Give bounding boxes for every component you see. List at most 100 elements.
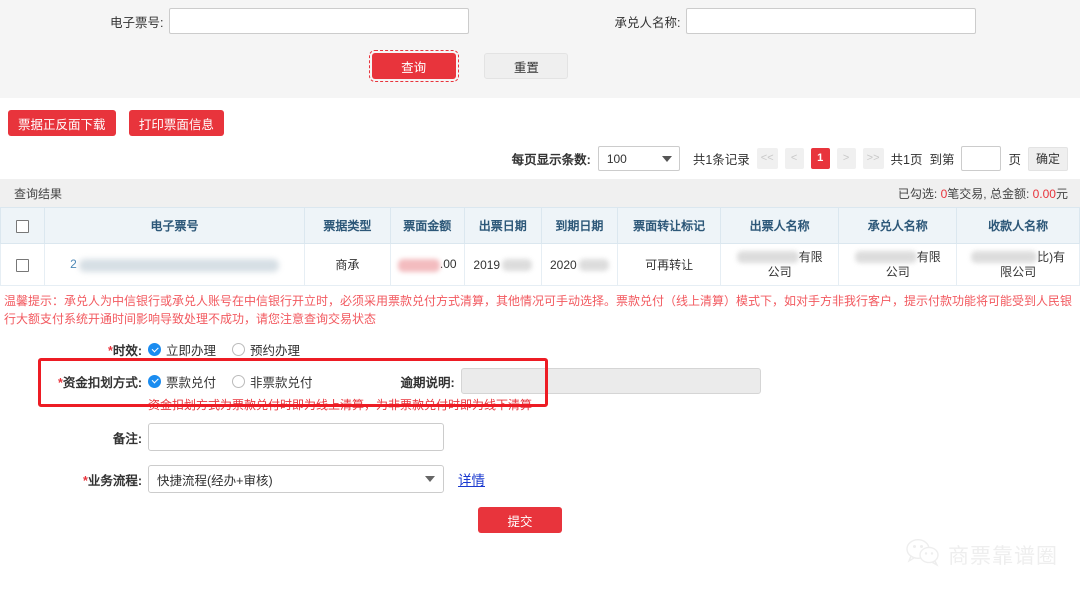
drawer-name-line1: 有限 (725, 250, 834, 265)
timing-option-scheduled-label: 预约办理 (250, 344, 301, 358)
payment-method-label-text: 资金扣划方式: (62, 375, 142, 390)
timing-label-text: 时效: (112, 344, 142, 358)
warning-message: 温馨提示：承兑人为中信银行或承兑人账号在中信银行开立时，必须采用票款兑付方式清算… (4, 294, 1073, 326)
search-fields-row: 电子票号: 承兑人名称: (0, 0, 1080, 34)
remark-label: 备注: (112, 431, 142, 446)
result-title: 查询结果 (14, 186, 63, 201)
issue-date-prefix: 2019 (473, 257, 501, 272)
operation-form: *时效: 立即办理 预约办理 *资金扣划方式: 票款兑付 非票款兑付 逾期说明:… (0, 332, 1080, 533)
payment-method-hint: 资金扣划方式为票款兑付时即为线上清算，为非票款兑付时即为线下清算 (148, 398, 533, 412)
prev-page-button[interactable]: < (784, 148, 804, 169)
payment-option-non-bill-payment[interactable]: 非票款兑付 (232, 372, 313, 391)
acceptor-name-tail: 有限 (916, 249, 941, 264)
remark-row: 备注: (0, 423, 1080, 451)
chevron-down-icon (425, 476, 435, 482)
cell-bill-type: 商承 (304, 243, 391, 286)
bill-no-redaction (78, 258, 279, 272)
bill-no-link[interactable]: 2 (70, 257, 77, 271)
cell-transfer-flag: 可再转让 (617, 243, 721, 286)
selected-prefix: 已勾选: (897, 186, 941, 201)
payment-option-non-bill-payment-label: 非票款兑付 (250, 375, 313, 390)
submit-row: 提交 (0, 507, 1080, 533)
search-panel: 电子票号: 承兑人名称: 查询 重置 (0, 0, 1080, 98)
select-all-checkbox[interactable] (15, 219, 29, 233)
due-date-prefix: 2020 (549, 257, 577, 272)
timing-row: *时效: 立即办理 预约办理 (0, 340, 1080, 359)
row-select-cell (0, 243, 45, 286)
drawer-name-tail: 有限 (798, 249, 823, 264)
reset-button[interactable]: 重置 (484, 53, 569, 79)
payment-hint-row: - 资金扣划方式为票款兑付时即为线上清算，为非票款兑付时即为线下清算 (0, 396, 1080, 413)
radio-unselected-icon[interactable] (232, 374, 246, 388)
header-due-date: 到期日期 (540, 207, 619, 244)
print-bill-info-button[interactable]: 打印票面信息 (128, 110, 224, 136)
acceptor-name-input[interactable] (686, 8, 977, 34)
action-bar: 票据正反面下载 打印票面信息 (0, 98, 1080, 136)
query-button[interactable]: 查询 (368, 50, 459, 82)
next-page-button[interactable]: > (836, 148, 856, 169)
payee-name-line2: 限公司 (1000, 264, 1037, 279)
cell-payee-name: 比)有 限公司 (956, 243, 1080, 286)
bill-no-label: 电子票号: (110, 15, 164, 30)
page-size-select[interactable]: 100 (597, 146, 680, 171)
radio-unselected-icon[interactable] (232, 343, 246, 356)
submit-button[interactable]: 提交 (478, 507, 562, 533)
select-all-header (0, 207, 45, 244)
issue-date-redaction (502, 259, 533, 272)
cell-bill-no[interactable]: 2 (43, 243, 306, 286)
table-row[interactable]: 2 商承 .00 2019 2020 可再转让 有限 公司 有限 公司 比)有 … (0, 243, 1080, 286)
first-page-button[interactable]: << (756, 148, 778, 169)
page-1-button[interactable]: 1 (810, 148, 830, 169)
chevron-down-icon (661, 155, 672, 162)
goto-page-confirm-button[interactable]: 确定 (1027, 146, 1068, 171)
total-pages-label: 共1页 (890, 153, 923, 167)
timing-option-immediate[interactable]: 立即办理 (148, 340, 216, 359)
bill-no-input[interactable] (169, 8, 470, 34)
due-date-redaction (578, 259, 609, 272)
goto-page-input[interactable] (961, 146, 1002, 171)
selected-amount: 0.00 (1032, 186, 1056, 201)
bill-no-field: 电子票号: (110, 8, 470, 34)
drawer-name-redaction (736, 251, 799, 264)
total-records-label: 共1条记录 (692, 153, 750, 167)
row-checkbox[interactable] (15, 258, 29, 272)
header-bill-amount: 票面金额 (389, 207, 465, 244)
cell-drawer-name: 有限 公司 (719, 243, 840, 286)
selection-summary: 已勾选: 0笔交易, 总金额: 0.00元 (898, 185, 1068, 202)
amount-suffix: .00 (439, 257, 457, 272)
cell-due-date: 2020 (540, 243, 619, 286)
overdue-field: 逾期说明: (401, 368, 761, 394)
payment-option-bill-payment[interactable]: 票款兑付 (148, 372, 216, 391)
header-bill-no: 电子票号 (43, 207, 306, 244)
acceptor-name-line2: 公司 (885, 264, 910, 279)
selected-suffix: 元 (1055, 186, 1068, 201)
business-flow-value: 快捷流程(经办+审核) (157, 473, 273, 488)
download-bill-images-button[interactable]: 票据正反面下载 (8, 110, 116, 136)
header-drawer-name: 出票人名称 (719, 207, 840, 244)
page-unit-label: 页 (1008, 153, 1021, 167)
amount-redaction (397, 258, 440, 272)
payee-name-redaction (971, 251, 1038, 264)
timing-option-immediate-label: 立即办理 (166, 344, 217, 358)
payment-method-row: *资金扣划方式: 票款兑付 非票款兑付 逾期说明: (0, 368, 1080, 394)
page-size-value: 100 (606, 151, 627, 166)
radio-selected-icon[interactable] (148, 343, 161, 356)
header-issue-date: 出票日期 (463, 207, 542, 244)
wechat-icon (906, 538, 940, 571)
page-size-label: 每页显示条数: (511, 153, 591, 167)
header-payee-name: 收款人名称 (956, 207, 1080, 244)
cell-bill-amount: .00 (389, 243, 465, 286)
acceptor-name-label: 承兑人名称: (614, 15, 681, 30)
search-buttons: 查询 重置 (0, 50, 1080, 82)
pagination-bar: 每页显示条数: 100 共1条记录 << < 1 > >> 共1页 到第 页 确… (0, 146, 1080, 171)
business-flow-select[interactable]: 快捷流程(经办+审核) (148, 465, 444, 493)
payment-option-bill-payment-label: 票款兑付 (166, 375, 217, 390)
timing-option-scheduled[interactable]: 预约办理 (232, 340, 300, 359)
flow-detail-link[interactable]: 详情 (458, 469, 485, 489)
overdue-input[interactable] (460, 368, 761, 394)
last-page-button[interactable]: >> (862, 148, 884, 169)
business-flow-label: *业务流程: (0, 470, 148, 489)
radio-selected-icon[interactable] (148, 374, 161, 388)
remark-input[interactable] (148, 423, 444, 451)
payee-name-tail: 比)有 (1037, 249, 1066, 264)
